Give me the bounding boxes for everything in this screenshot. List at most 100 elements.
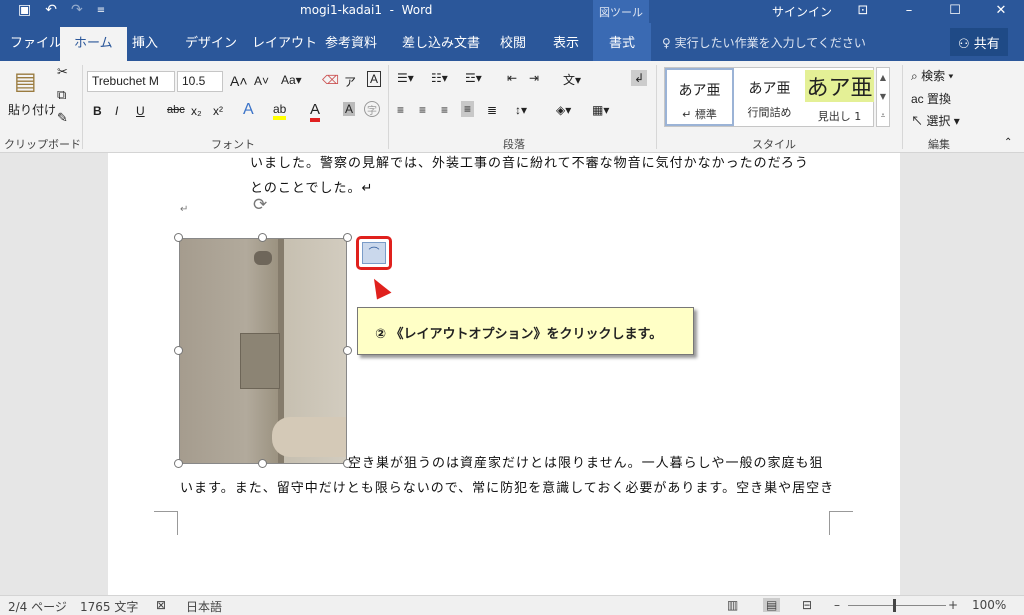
bold-icon[interactable]: B <box>93 104 102 118</box>
tab-view[interactable]: 表示 <box>553 32 579 51</box>
tab-design[interactable]: デザイン <box>185 32 237 51</box>
styles-scroll[interactable]: ▲ ▼ ⩡ <box>876 67 890 127</box>
borders-icon[interactable]: ▦▾ <box>592 103 609 117</box>
tab-file[interactable]: ファイル <box>10 32 62 51</box>
signin-link[interactable]: サインイン <box>772 3 832 20</box>
align-center-icon[interactable]: ≡ <box>419 103 426 117</box>
select-button[interactable]: ↖ 選択 ▾ <box>911 112 960 129</box>
paste-button[interactable]: 貼り付け <box>8 101 56 118</box>
style-no-spacing-preview: あア亜 <box>748 81 791 97</box>
page-count[interactable]: 2/4 ページ <box>8 598 67 615</box>
find-button[interactable]: ⌕ 検索 ▾ <box>911 67 953 84</box>
justify-icon[interactable]: ≡ <box>461 101 475 117</box>
layout-options-button[interactable]: ⌒ <box>356 236 392 270</box>
italic-icon[interactable]: I <box>115 104 118 118</box>
share-button[interactable]: ⚇ 共有 <box>950 28 1008 56</box>
selected-picture[interactable] <box>179 238 347 464</box>
resize-handle[interactable] <box>174 346 183 355</box>
font-color-icon[interactable]: A <box>310 101 321 122</box>
bullets-icon[interactable]: ☰▾ <box>397 71 414 85</box>
tell-me-search[interactable]: ♀ 実行したい作業を入力してください <box>662 34 866 51</box>
resize-handle[interactable] <box>343 233 352 242</box>
zoom-slider-thumb[interactable] <box>893 599 896 612</box>
asian-layout-icon[interactable]: 文▾ <box>563 71 581 88</box>
character-shading-icon[interactable]: A <box>343 102 356 116</box>
zoom-in-icon[interactable]: + <box>948 598 958 612</box>
highlight-icon[interactable]: ab <box>273 102 287 120</box>
styles-group-label: スタイル <box>752 138 796 151</box>
tab-mailings[interactable]: 差し込み文書 <box>402 32 480 51</box>
zoom-slider[interactable] <box>848 605 946 606</box>
undo-icon[interactable]: ↶ <box>45 2 57 18</box>
instruction-callout: ② 《レイアウトオプション》をクリックします。 <box>357 307 694 355</box>
zoom-level[interactable]: 100% <box>972 598 1006 612</box>
style-heading1[interactable]: あア亜 見出し 1 <box>805 68 874 126</box>
resize-handle[interactable] <box>174 459 183 468</box>
rotate-handle-icon[interactable]: ⟳ <box>253 195 267 215</box>
line-spacing-icon[interactable]: ↕▾ <box>515 103 527 117</box>
decrease-indent-icon[interactable]: ⇤ <box>507 71 517 85</box>
style-normal[interactable]: あア亜 ↵ 標準 <box>665 68 734 126</box>
read-mode-icon[interactable]: ▥ <box>727 598 738 612</box>
paste-icon[interactable]: ▤ <box>14 67 37 95</box>
style-no-spacing[interactable]: あア亜 行間詰め <box>735 68 804 126</box>
clear-formatting-icon[interactable]: ⌫ <box>322 73 339 87</box>
save-icon[interactable]: ▣ <box>18 2 31 18</box>
format-painter-icon[interactable]: ✎ <box>57 111 68 126</box>
enclose-characters-icon[interactable]: 字 <box>364 101 380 117</box>
word-count[interactable]: 1765 文字 <box>80 598 138 615</box>
multilevel-list-icon[interactable]: ☲▾ <box>465 71 482 85</box>
language[interactable]: 日本語 <box>186 598 222 615</box>
resize-handle[interactable] <box>343 346 352 355</box>
grow-font-icon[interactable]: A˄ <box>230 73 248 89</box>
web-layout-icon[interactable]: ⊟ <box>802 598 812 612</box>
strikethrough-icon[interactable]: abc <box>167 104 185 116</box>
redo-icon[interactable]: ↷ <box>71 2 83 18</box>
increase-indent-icon[interactable]: ⇥ <box>529 71 539 85</box>
search-icon: ⌕ <box>911 69 922 83</box>
cut-icon[interactable]: ✂ <box>57 65 68 80</box>
resize-handle[interactable] <box>174 233 183 242</box>
distributed-icon[interactable]: ≣ <box>487 103 497 117</box>
text-effects-icon[interactable]: A <box>243 101 254 119</box>
body-text-line: とのことでした。↵ <box>250 181 374 196</box>
tab-references[interactable]: 参考資料 <box>325 32 377 51</box>
show-formatting-marks-icon[interactable]: ↲ <box>631 70 648 86</box>
window-title: mogi1-kadai1 - Word <box>300 3 433 17</box>
resize-handle[interactable] <box>258 233 267 242</box>
shading-icon[interactable]: ◈▾ <box>556 103 571 117</box>
tab-review[interactable]: 校閲 <box>500 32 526 51</box>
replace-button[interactable]: ac 置換 <box>911 90 951 107</box>
proofing-icon[interactable]: ⊠ <box>156 598 166 612</box>
minimize-icon[interactable]: – <box>886 0 932 23</box>
select-label: 選択 <box>926 114 951 128</box>
close-icon[interactable]: ✕ <box>978 0 1024 23</box>
superscript-icon[interactable]: x² <box>213 104 223 118</box>
ribbon-display-options-icon[interactable]: ⊡ <box>840 0 886 23</box>
underline-icon[interactable]: U <box>136 104 145 118</box>
tab-insert[interactable]: 挿入 <box>132 32 158 51</box>
zoom-out-icon[interactable]: – <box>834 598 840 612</box>
tab-format[interactable]: 書式 <box>593 23 652 61</box>
align-right-icon[interactable]: ≡ <box>441 103 448 117</box>
change-case-icon[interactable]: Aa▾ <box>281 73 302 87</box>
shrink-font-icon[interactable]: A˅ <box>254 74 269 88</box>
group-separator <box>902 65 903 149</box>
customize-qat-icon[interactable]: ≡ <box>97 2 105 18</box>
tab-home[interactable]: ホーム <box>60 27 127 61</box>
print-layout-icon[interactable]: ▤ <box>763 598 781 612</box>
character-border-icon[interactable]: A <box>367 71 382 87</box>
lightbulb-icon: ♀ <box>662 36 675 50</box>
phonetic-guide-icon[interactable]: ア <box>344 73 356 90</box>
tab-layout[interactable]: レイアウト <box>252 32 317 51</box>
maximize-icon[interactable]: ☐ <box>932 0 978 23</box>
resize-handle[interactable] <box>258 459 267 468</box>
collapse-ribbon-icon[interactable]: ⌃ <box>1004 137 1012 148</box>
copy-icon[interactable]: ⧉ <box>57 88 66 103</box>
font-name-input[interactable]: Trebuchet M <box>87 71 175 92</box>
numbering-icon[interactable]: ☷▾ <box>431 71 448 85</box>
editing-group-label: 編集 <box>928 138 950 151</box>
align-left-icon[interactable]: ≡ <box>397 103 404 117</box>
font-size-input[interactable]: 10.5 <box>177 71 223 92</box>
subscript-icon[interactable]: x₂ <box>191 104 202 118</box>
